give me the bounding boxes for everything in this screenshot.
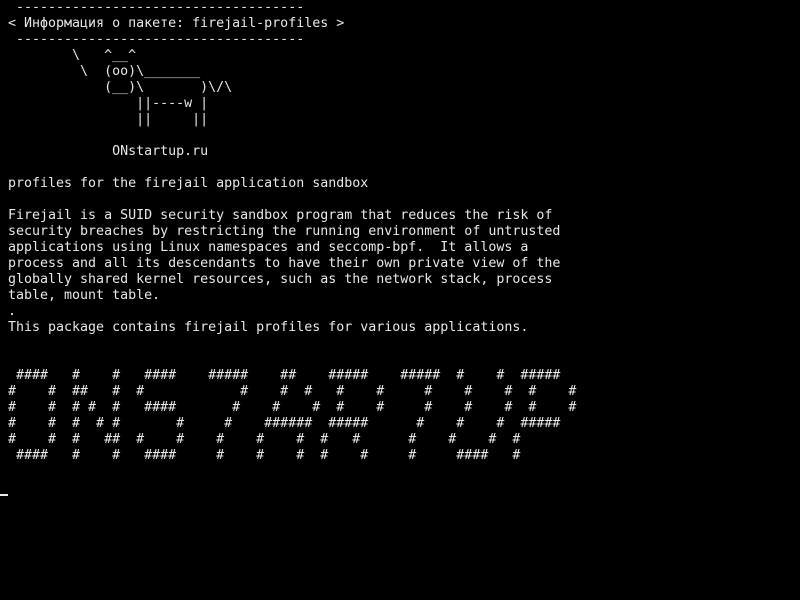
- terminal-window[interactable]: ------------------------------------ < И…: [8, 0, 798, 600]
- cowsay-border-bottom: ------------------------------------: [8, 32, 305, 47]
- text-cursor: [0, 494, 8, 496]
- ascii-banner-line: # # ## # # # # # # # # # # # #: [8, 384, 577, 399]
- description-line: Firejail is a SUID security sandbox prog…: [8, 208, 553, 223]
- cow-art-line: || ||: [8, 112, 209, 127]
- package-contents-line: This package contains firejail profiles …: [8, 320, 529, 335]
- ascii-banner-line: # # # # # # # ###### ##### # # # #####: [8, 416, 561, 431]
- ascii-banner-line: # # # ## # # # # # # # # # # #: [8, 432, 521, 447]
- cowsay-speech-text: < Информация о пакете: firejail-profiles…: [8, 16, 345, 31]
- cow-art-line: \ (oo)\_______: [8, 64, 201, 79]
- description-line: table, mount table.: [8, 288, 161, 303]
- description-line: applications using Linux namespaces and …: [8, 240, 529, 255]
- cowsay-border-top: ------------------------------------: [8, 0, 305, 15]
- ascii-banner-line: #### # # #### ##### ## ##### ##### # # #…: [8, 368, 561, 383]
- description-line: process and all its descendants to have …: [8, 256, 561, 271]
- ascii-banner-line: # # # # # #### # # # # # # # # # #: [8, 400, 577, 415]
- cow-art-line: (__)\ )\/\: [8, 80, 233, 95]
- description-separator: .: [8, 304, 17, 319]
- ascii-banner-line: #### # # #### # # # # # # #### #: [8, 448, 521, 463]
- description-line: security breaches by restricting the run…: [8, 224, 561, 239]
- cow-art-line: ||----w |: [8, 96, 209, 111]
- package-summary: profiles for the firejail application sa…: [8, 176, 369, 191]
- site-credit: ONstartup.ru: [8, 144, 209, 159]
- cow-art-line: \ ^__^: [8, 48, 137, 63]
- description-line: globally shared kernel resources, such a…: [8, 272, 553, 287]
